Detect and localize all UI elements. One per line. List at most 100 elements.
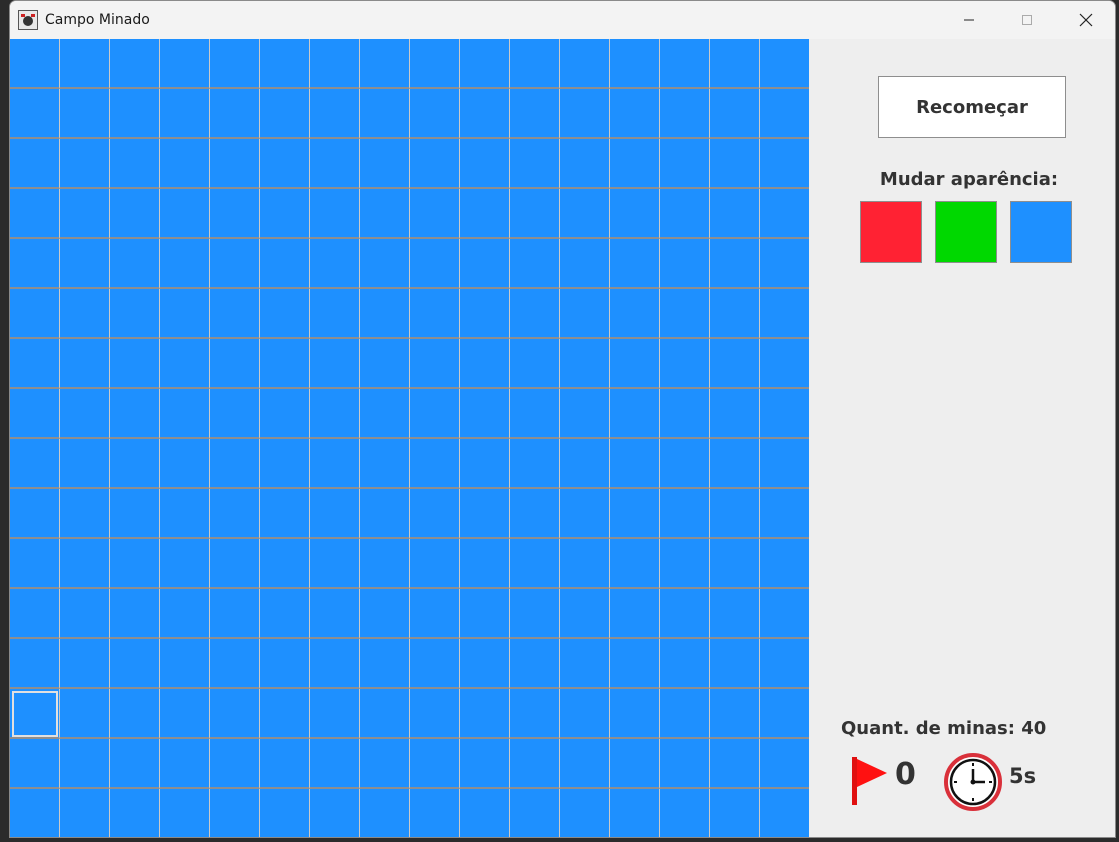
minefield-cell[interactable] — [160, 589, 210, 639]
minefield-cell[interactable] — [110, 339, 160, 389]
minefield-cell[interactable] — [410, 39, 460, 89]
minefield-cell[interactable] — [710, 139, 760, 189]
minefield-cell[interactable] — [210, 339, 260, 389]
minefield-cell[interactable] — [260, 739, 310, 789]
minefield-cell[interactable] — [710, 539, 760, 589]
minefield-cell[interactable] — [360, 639, 410, 689]
minefield-cell[interactable] — [510, 389, 560, 439]
minefield-cell[interactable] — [410, 189, 460, 239]
minefield-cell[interactable] — [360, 589, 410, 639]
minefield-cell[interactable] — [60, 239, 110, 289]
minefield-cell[interactable] — [10, 439, 60, 489]
minefield-cell[interactable] — [610, 739, 660, 789]
minefield-cell[interactable] — [660, 239, 710, 289]
minefield-cell[interactable] — [10, 539, 60, 589]
minefield-cell[interactable] — [410, 639, 460, 689]
minefield-cell[interactable] — [510, 789, 560, 837]
minefield-cell[interactable] — [710, 789, 760, 837]
minefield-cell[interactable] — [760, 639, 810, 689]
minefield-cell[interactable] — [710, 339, 760, 389]
minefield-cell[interactable] — [60, 339, 110, 389]
minefield-cell[interactable] — [260, 339, 310, 389]
minefield-cell[interactable] — [560, 89, 610, 139]
minefield-cell[interactable] — [310, 89, 360, 139]
minefield-cell[interactable] — [10, 589, 60, 639]
minefield-cell[interactable] — [760, 89, 810, 139]
minefield-cell[interactable] — [610, 139, 660, 189]
minefield-cell[interactable] — [660, 739, 710, 789]
minefield-cell[interactable] — [760, 339, 810, 389]
minefield-cell[interactable] — [10, 339, 60, 389]
minefield-cell[interactable] — [760, 489, 810, 539]
minefield-cell[interactable] — [110, 289, 160, 339]
minefield-cell[interactable] — [460, 339, 510, 389]
minefield-cell[interactable] — [310, 189, 360, 239]
minefield-cell[interactable] — [610, 389, 660, 439]
minefield-cell[interactable] — [460, 239, 510, 289]
minefield-cell[interactable] — [710, 239, 760, 289]
minefield-cell[interactable] — [760, 39, 810, 89]
minefield-cell[interactable] — [360, 439, 410, 489]
minefield-cell[interactable] — [760, 539, 810, 589]
title-bar[interactable]: Campo Minado — [10, 1, 1115, 39]
minefield-cell[interactable] — [210, 789, 260, 837]
minefield-cell[interactable] — [610, 489, 660, 539]
maximize-button[interactable] — [1004, 1, 1050, 39]
minefield-cell[interactable] — [410, 789, 460, 837]
minefield-cell[interactable] — [660, 539, 710, 589]
minefield-cell[interactable] — [310, 239, 360, 289]
minefield-cell[interactable] — [60, 589, 110, 639]
minefield-cell[interactable] — [160, 739, 210, 789]
minefield-cell[interactable] — [260, 239, 310, 289]
minefield-cell[interactable] — [760, 189, 810, 239]
minefield-cell[interactable] — [410, 489, 460, 539]
minefield-cell[interactable] — [660, 489, 710, 539]
minefield-cell[interactable] — [510, 339, 560, 389]
minefield-cell[interactable] — [210, 489, 260, 539]
minefield-cell[interactable] — [460, 389, 510, 439]
minefield-cell[interactable] — [660, 289, 710, 339]
minefield-cell[interactable] — [410, 239, 460, 289]
minefield-cell[interactable] — [310, 39, 360, 89]
minefield-cell[interactable] — [360, 189, 410, 239]
minefield-cell[interactable] — [60, 439, 110, 489]
minefield-cell[interactable] — [60, 489, 110, 539]
minefield-cell[interactable] — [60, 289, 110, 339]
minefield-cell[interactable] — [110, 139, 160, 189]
minefield-cell[interactable] — [710, 389, 760, 439]
minefield-cell[interactable] — [410, 439, 460, 489]
minefield-cell[interactable] — [760, 389, 810, 439]
minefield-cell[interactable] — [660, 339, 710, 389]
minefield-cell[interactable] — [260, 789, 310, 837]
minefield-cell[interactable] — [660, 639, 710, 689]
minefield-cell[interactable] — [710, 289, 760, 339]
minefield-cell[interactable] — [310, 689, 360, 739]
minefield-cell[interactable] — [710, 589, 760, 639]
minefield-cell[interactable] — [10, 139, 60, 189]
minefield-cell[interactable] — [510, 239, 560, 289]
minefield-cell[interactable] — [210, 39, 260, 89]
minefield-cell[interactable] — [10, 489, 60, 539]
minefield-cell[interactable] — [210, 539, 260, 589]
minefield-cell[interactable] — [210, 239, 260, 289]
minefield-cell[interactable] — [460, 589, 510, 639]
minefield-cell[interactable] — [210, 89, 260, 139]
minefield-cell[interactable] — [660, 439, 710, 489]
minefield-cell[interactable] — [560, 289, 610, 339]
minefield-cell[interactable] — [210, 739, 260, 789]
minefield-cell[interactable] — [560, 389, 610, 439]
minefield-cell[interactable] — [560, 39, 610, 89]
minefield-cell[interactable] — [510, 439, 560, 489]
minefield-cell[interactable] — [10, 39, 60, 89]
minefield-cell[interactable] — [110, 439, 160, 489]
minefield-cell[interactable] — [510, 289, 560, 339]
minefield-cell[interactable] — [360, 489, 410, 539]
minefield-cell[interactable] — [110, 389, 160, 439]
minefield-cell[interactable] — [610, 39, 660, 89]
minefield-cell[interactable] — [310, 789, 360, 837]
minefield-cell[interactable] — [60, 389, 110, 439]
minefield-cell[interactable] — [510, 139, 560, 189]
minefield-cell[interactable] — [110, 239, 160, 289]
minefield-cell[interactable] — [310, 389, 360, 439]
minefield-cell[interactable] — [410, 289, 460, 339]
